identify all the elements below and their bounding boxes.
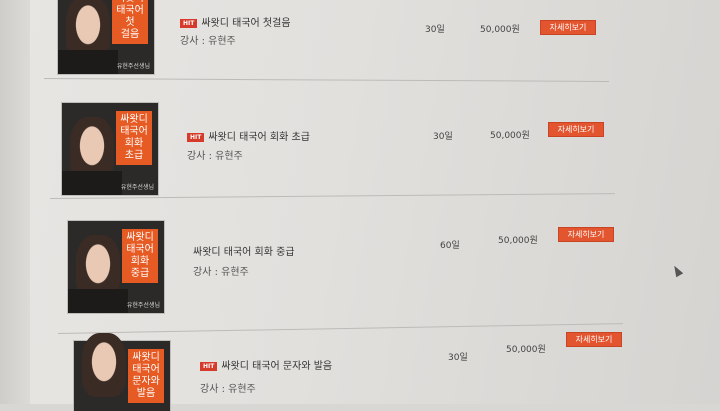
course-price: 50,000원 [480, 25, 520, 35]
thumbnail-title-tag: 싸왓디 태국어 회화 초급 [116, 111, 152, 165]
course-teacher: 강사 : 유현주 [180, 36, 236, 47]
thumbnail-title-tag: 싸왓디 태국어 문자와 발음 [128, 349, 164, 403]
course-title[interactable]: HIT 싸왓디 태국어 회화 초급 [187, 128, 310, 143]
course-price: 50,000원 [490, 131, 530, 141]
thumbnail-caption: 유현주선생님 [120, 184, 154, 191]
course-list-screen: 싸왓디 태국어 첫 걸음 유현주선생님 HIT싸왓디 태국어 첫걸음 강사 : … [0, 0, 720, 411]
hit-badge: HIT [187, 132, 205, 142]
course-price: 50,000원 [498, 236, 538, 246]
detail-button[interactable]: 자세히보기 [566, 332, 622, 347]
course-duration: 30일 [433, 132, 453, 142]
detail-button[interactable]: 자세히보기 [548, 122, 604, 137]
detail-button[interactable]: 자세히보기 [540, 20, 596, 35]
mouse-cursor-icon [670, 263, 684, 278]
course-thumbnail[interactable]: 싸왓디 태국어 문자와 발음 [74, 333, 170, 411]
course-title[interactable]: HIT 싸왓디 태국어 첫걸음 [180, 14, 291, 29]
page-margin [0, 0, 30, 404]
course-teacher: 강사 : 유현주 [193, 267, 249, 278]
detail-button[interactable]: 자세히보기 [558, 227, 614, 242]
row-divider [43, 78, 609, 82]
course-teacher: 강사 : 유현주 [200, 384, 256, 395]
instructor-photo [82, 333, 126, 397]
course-thumbnail[interactable]: 싸왓디 태국어 회화 중급 유현주선생님 [68, 221, 164, 313]
thumbnail-caption: 유현주선생님 [116, 63, 150, 70]
thumbnail-title-tag: 싸왓디 태국어 첫 걸음 [112, 0, 148, 44]
course-price: 50,000원 [506, 345, 546, 355]
course-title[interactable]: HIT 싸왓디 태국어 문자와 발음 [200, 357, 332, 372]
hit-badge: HIT [180, 18, 198, 28]
course-duration: 60일 [440, 241, 460, 251]
course-duration: 30일 [448, 353, 468, 363]
hit-badge: HIT [200, 361, 218, 371]
course-title[interactable]: 싸왓디 태국어 회화 중급 [193, 243, 295, 258]
thumbnail-caption: 유현주선생님 [126, 302, 160, 309]
course-teacher: 강사 : 유현주 [187, 151, 243, 162]
course-duration: 30일 [425, 25, 445, 35]
course-thumbnail[interactable]: 싸왓디 태국어 회화 초급 유현주선생님 [62, 103, 158, 195]
course-thumbnail[interactable]: 싸왓디 태국어 첫 걸음 유현주선생님 [58, 0, 154, 74]
thumbnail-title-tag: 싸왓디 태국어 회화 중급 [122, 229, 158, 283]
row-divider [58, 323, 623, 334]
